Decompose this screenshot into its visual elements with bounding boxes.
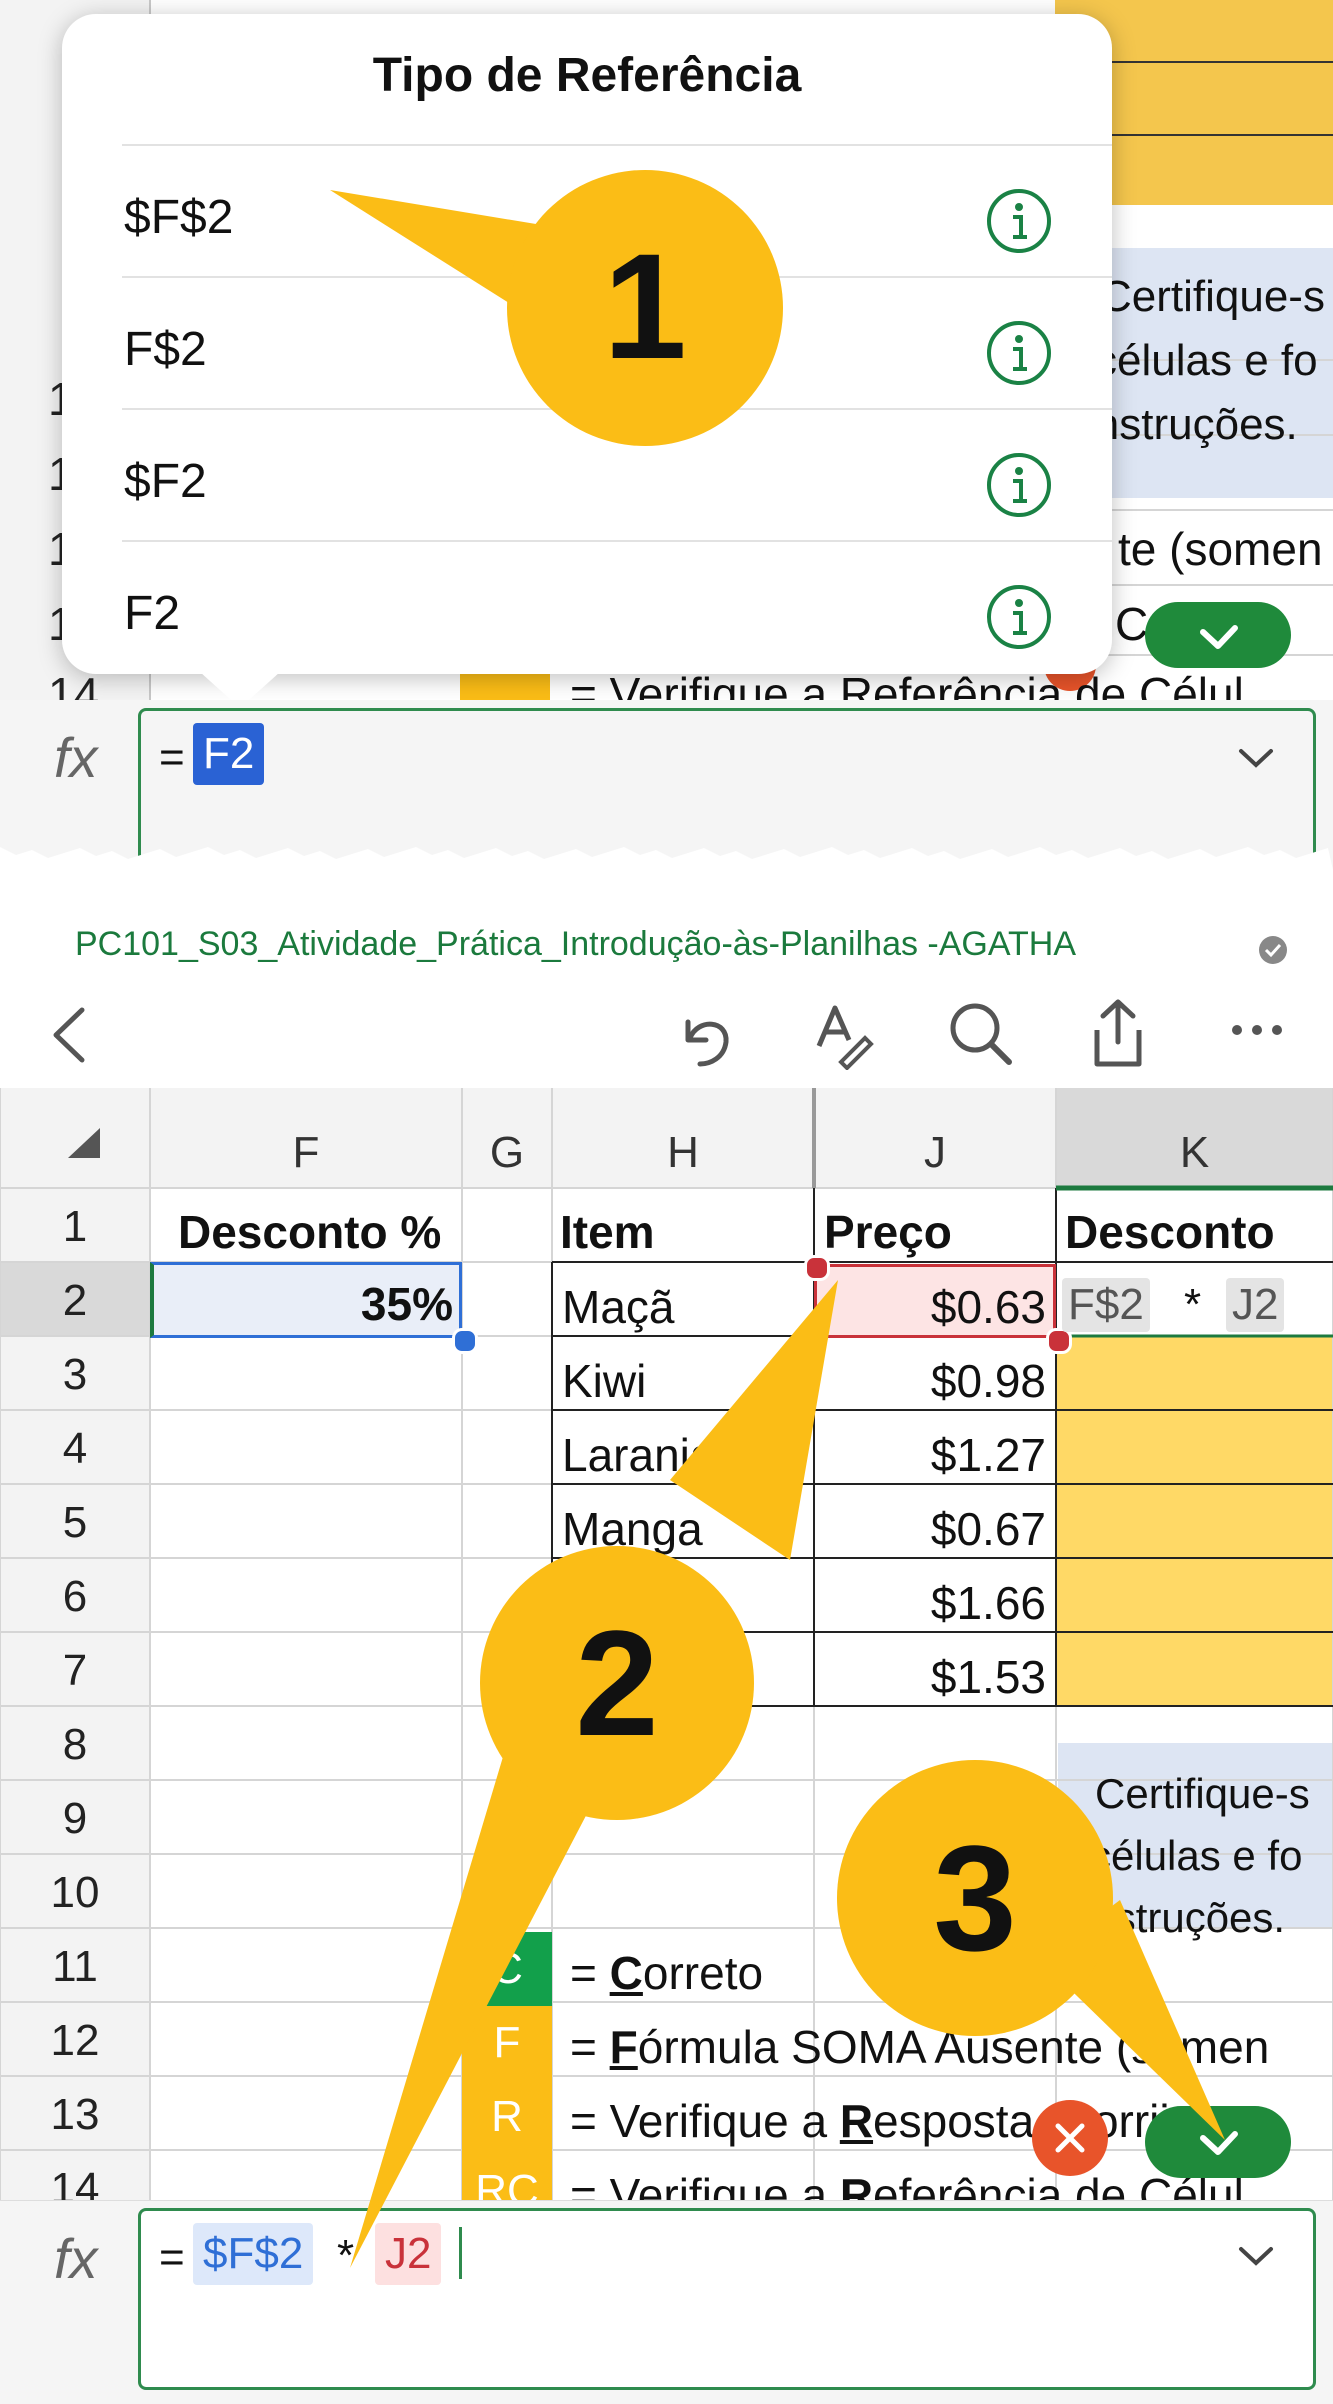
callout-1-number: 1 [603,222,686,390]
callout-2-number: 2 [575,1599,658,1767]
callout-overlay: 1 2 3 [330,170,1225,2268]
callout-3-number: 3 [933,1814,1016,1982]
callout-2-pointer-up [670,1280,838,1560]
